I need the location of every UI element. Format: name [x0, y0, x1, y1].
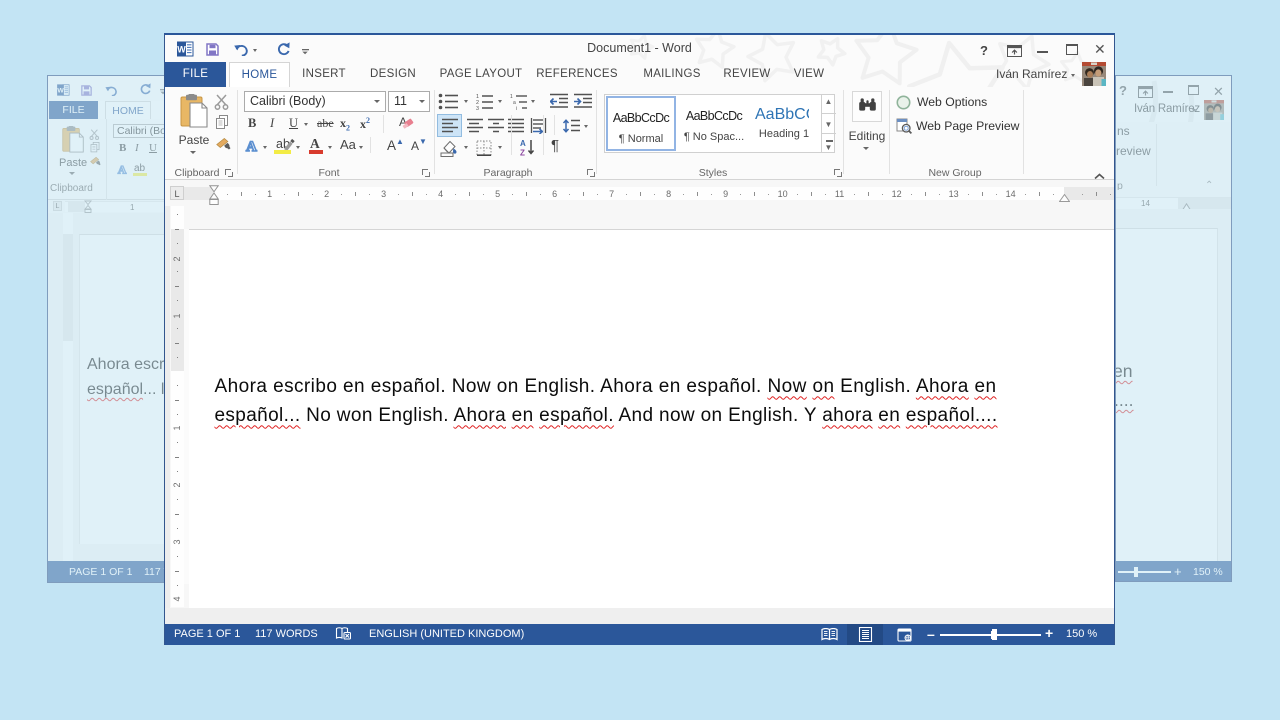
- svg-text:i: i: [516, 106, 517, 110]
- svg-text:A: A: [246, 139, 257, 153]
- svg-text:3: 3: [476, 106, 479, 110]
- svg-text:A: A: [520, 139, 526, 148]
- svg-text:Z: Z: [520, 149, 525, 157]
